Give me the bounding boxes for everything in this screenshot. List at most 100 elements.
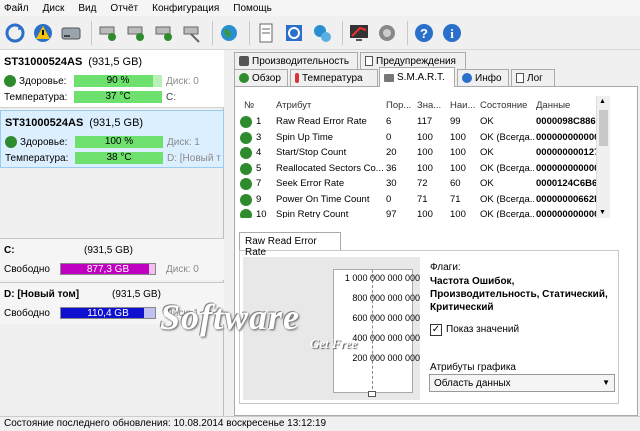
volume-label: C: (166, 92, 176, 103)
disk-name: ST31000524AS (4, 56, 83, 68)
table-cell: 36 (386, 162, 397, 174)
disk-stats-icon[interactable] (152, 21, 176, 45)
scroll-up-icon[interactable]: ▲ (599, 98, 606, 105)
drive-icon[interactable] (59, 21, 83, 45)
refresh-icon[interactable] (3, 21, 27, 45)
disk-title: ST31000524AS (931,5 GB) (4, 56, 142, 68)
col-header-num[interactable]: № (244, 100, 254, 111)
tab-temperature[interactable]: Температура (290, 69, 378, 86)
table-cell: 000000000000 (536, 162, 596, 174)
disk-name: ST31000524AS (5, 117, 84, 129)
health-label: Здоровье: (19, 75, 67, 87)
free-bar: 877,3 GB (60, 263, 156, 275)
network-icon[interactable] (310, 21, 334, 45)
table-cell: 9 (256, 193, 262, 205)
table-cell: 100 (450, 131, 466, 143)
report-icon[interactable] (254, 21, 278, 45)
table-cell: 30 (386, 178, 397, 189)
table-cell: Start/Stop Count (276, 147, 347, 158)
plot-marker-line (372, 270, 373, 394)
table-cell: 71 (417, 193, 428, 205)
table-row[interactable]: 5 Reallocated Sectors Co... 36 100 100 OK (Вс… (240, 161, 596, 177)
tab-label: Производительность (252, 55, 350, 67)
col-header-value[interactable]: Зна... (417, 100, 441, 111)
disk-item-0[interactable]: ST31000524AS (931,5 GB) Здоровье: 90 % Ди… (0, 50, 224, 108)
globe-icon[interactable] (217, 21, 241, 45)
table-cell: OK (480, 178, 494, 189)
info-icon (462, 73, 472, 83)
disk-number: Диск: 1 (167, 137, 200, 148)
menu-help[interactable]: Помощь (233, 3, 280, 14)
table-cell: 4 (256, 147, 262, 158)
table-cell: OK (480, 147, 494, 158)
table-cell: 00000000662D (536, 193, 596, 205)
ok-icon (5, 136, 17, 148)
tab-info[interactable]: Инфо (457, 69, 509, 86)
disk-tools-icon[interactable] (180, 21, 204, 45)
disk-item-1[interactable]: ST31000524AS (931,5 GB) Здоровье: 100 % Д… (0, 110, 224, 168)
menu-file[interactable]: Файл (4, 3, 37, 14)
temp-value: 37 °C (105, 91, 131, 102)
tab-overview[interactable]: Обзор (234, 69, 288, 86)
graph-tab[interactable]: Raw Read Error Rate (239, 232, 341, 258)
monitor-icon[interactable] (347, 21, 371, 45)
show-values-checkbox[interactable]: ✓ (430, 324, 442, 336)
col-header-threshold[interactable]: Пор... (386, 100, 411, 111)
table-cell: OK (Всегда... (480, 209, 534, 218)
ok-icon (240, 162, 252, 175)
table-cell: 20 (386, 147, 397, 158)
tab-label: Предупреждения (376, 55, 456, 67)
sync-icon[interactable] (282, 21, 306, 45)
col-header-state[interactable]: Состояние (480, 100, 527, 111)
flags-text: Частота Ошибок, Производительность, Стат… (430, 276, 608, 313)
ok-icon (4, 75, 16, 87)
speaker-icon[interactable] (375, 21, 399, 45)
tab-smart[interactable]: S.M.A.R.T. (379, 67, 455, 87)
menu-bar: Файл Диск Вид Отчёт Конфигурация Помощь (0, 0, 640, 16)
health-value: 100 % (104, 136, 134, 147)
ok-icon (240, 116, 252, 128)
graph-attr-select[interactable]: Область данных ▼ (429, 374, 615, 392)
scroll-down-icon[interactable]: ▼ (599, 209, 606, 216)
partition-name: D: [Новый том] (4, 289, 80, 300)
tab-performance[interactable]: Производительность (234, 52, 358, 69)
menu-config[interactable]: Конфигурация (152, 3, 227, 14)
table-cell: 100 (417, 131, 433, 143)
table-cell: Raw Read Error Rate (276, 116, 367, 127)
info-icon[interactable]: i (440, 21, 464, 45)
menu-report[interactable]: Отчёт (110, 3, 146, 14)
table-cell: 100 (417, 209, 433, 218)
table-cell: 5 (256, 162, 262, 174)
tab-log[interactable]: Лог (511, 69, 555, 86)
disk-check-icon[interactable] (96, 21, 120, 45)
col-header-attr[interactable]: Атрибут (276, 100, 311, 111)
col-header-worst[interactable]: Наи... (450, 100, 475, 111)
table-row[interactable]: 4 Start/Stop Count 20 100 100 OK 000000000127 (240, 145, 596, 161)
ok-icon (240, 147, 252, 159)
menu-view[interactable]: Вид (78, 3, 104, 14)
help-icon[interactable]: ? (412, 21, 436, 45)
toolbar-separator (407, 20, 408, 45)
warning-icon[interactable] (31, 21, 55, 45)
table-row[interactable]: 9 Power On Time Count 0 71 71 OK (Всегда... 00… (240, 192, 596, 208)
temp-row: Температура: (5, 151, 68, 165)
show-values-label: Показ значений (446, 324, 520, 335)
table-cell: 97 (386, 209, 397, 218)
table-row[interactable]: 3 Spin Up Time 0 100 100 OK (Всегда... 0000000… (240, 130, 596, 146)
document-icon (365, 56, 373, 66)
disk-warn-icon[interactable] (124, 21, 148, 45)
partition-item-c[interactable]: C: (931,5 GB) Свободно 877,3 GB Диск: 0 (0, 238, 224, 280)
table-cell: 71 (450, 193, 461, 205)
partition-size: (931,5 GB) (84, 245, 133, 256)
table-row[interactable]: 7 Seek Error Rate 30 72 60 OK 0000124C6B6 (240, 176, 596, 192)
flags-title: Флаги: (430, 262, 461, 273)
menu-disk[interactable]: Диск (43, 3, 73, 14)
table-scrollbar[interactable]: ▲ ▼ (596, 96, 610, 218)
smart-table[interactable]: № Атрибут Пор... Зна... Наи... Состояние… (240, 96, 596, 218)
toolbar-separator (91, 20, 92, 45)
table-row[interactable]: 10 Spin Retry Count 97 100 100 OK (Всегда... 0… (240, 207, 596, 218)
table-cell: 72 (417, 178, 428, 189)
col-header-data[interactable]: Данные (536, 100, 570, 111)
table-row[interactable]: 1 Raw Read Error Rate 6 117 99 OK 0000098C886C (240, 114, 596, 130)
scroll-thumb[interactable] (599, 110, 608, 146)
